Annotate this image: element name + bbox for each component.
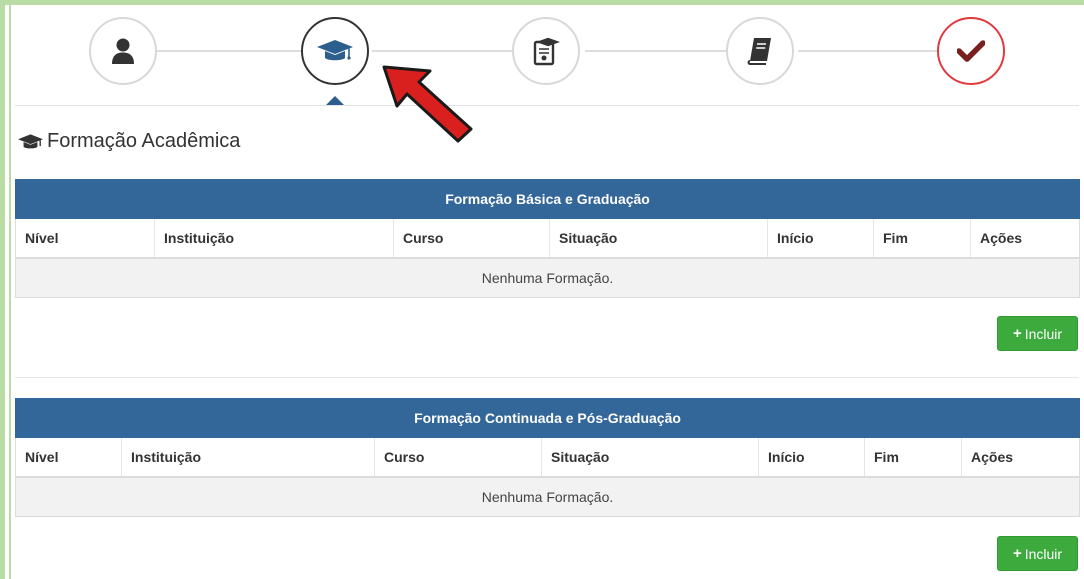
empty-row-message: Nenhuma Formação. [14,257,1081,298]
column-header-end: Fim [873,218,971,259]
section-title-text: Formação Acadêmica [47,130,241,152]
step-connector [798,50,941,52]
step-personal-data[interactable] [89,17,157,85]
step-connector [585,50,728,52]
step-connector [157,50,302,52]
table-caption: Formação Continuada e Pós-Graduação [14,398,1081,438]
graduation-cap-icon [18,133,43,148]
column-header-institution: Instituição [154,218,394,259]
column-header-level: Nível [15,437,122,478]
basic-education-table: Formação Básica e Graduação Nível Instit… [14,179,1081,298]
stepper-divider [15,105,1079,106]
step-courses[interactable] [726,17,794,85]
plus-icon: + [1012,545,1022,562]
column-header-status: Situação [549,218,768,259]
step-connector [372,50,515,52]
column-header-actions: Ações [960,437,1081,478]
user-icon [112,38,134,64]
step-finish[interactable] [937,17,1005,85]
add-button-label: Incluir [1024,545,1063,562]
frame-inner-line [9,5,11,579]
red-pointer-arrow-icon [382,65,473,143]
step-academic[interactable] [301,17,369,85]
wizard-stepper [15,5,1079,106]
check-icon [957,40,985,62]
plus-icon: + [1012,325,1022,342]
column-header-institution: Instituição [121,437,375,478]
graduation-cap-icon [317,40,353,61]
column-header-course: Curso [374,437,542,478]
column-header-start: Início [767,218,874,259]
table-caption: Formação Básica e Graduação [14,179,1081,219]
book-icon [747,38,771,65]
section-divider [15,377,1079,378]
column-header-end: Fim [864,437,962,478]
column-header-start: Início [758,437,865,478]
add-basic-education-button[interactable]: + Incluir [997,316,1078,351]
continued-education-table: Formação Continuada e Pós-Graduação Níve… [14,398,1081,517]
step-certificates[interactable] [512,17,580,85]
add-button-label: Incluir [1024,325,1063,342]
empty-row-message: Nenhuma Formação. [14,476,1081,517]
column-header-status: Situação [541,437,759,478]
add-continued-education-button[interactable]: + Incluir [997,536,1078,571]
column-header-actions: Ações [969,218,1081,259]
section-title: Formação Acadêmica [17,130,240,153]
column-header-course: Curso [393,218,550,259]
certificate-icon [533,37,560,66]
column-header-level: Nível [15,218,155,259]
